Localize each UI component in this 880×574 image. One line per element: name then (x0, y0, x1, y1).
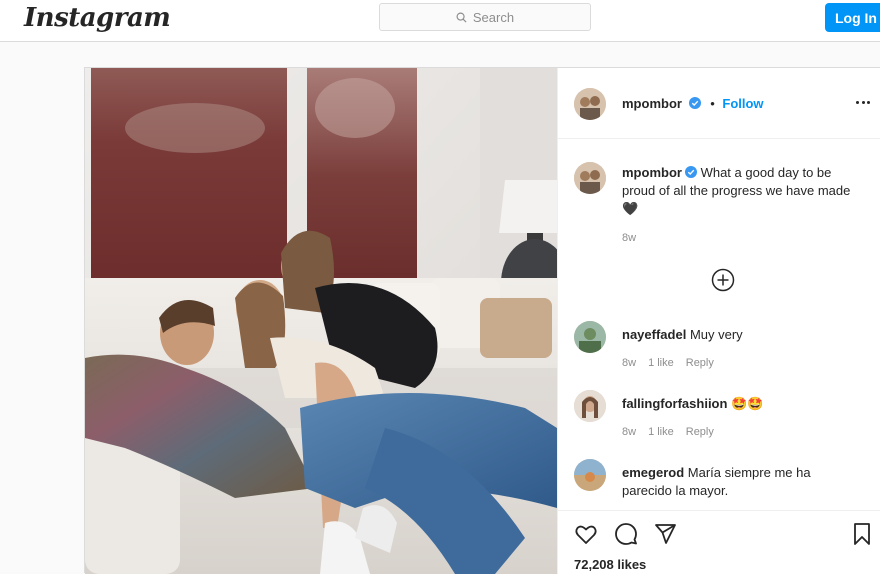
reply-button[interactable]: Reply (686, 357, 714, 369)
comment-time[interactable]: 8w (622, 357, 636, 369)
comment-text-block: emegerod María siempre me ha parecido la… (622, 464, 852, 500)
author-username[interactable]: mpombor (622, 96, 682, 111)
comment-avatar[interactable] (574, 459, 606, 491)
comment-avatar[interactable] (574, 321, 606, 353)
search-icon (456, 12, 467, 23)
verified-icon (688, 97, 701, 109)
search-placeholder: Search (472, 9, 515, 25)
comment-username[interactable]: nayeffadel (622, 327, 686, 342)
likes-count[interactable]: 72,208 likes (574, 557, 646, 572)
comment-text: 🤩🤩 (731, 396, 764, 411)
post-card: mpombor • Follow mpombor What a good day… (84, 67, 880, 574)
post-header: mpombor • Follow (558, 68, 880, 139)
comment-avatar[interactable] (574, 390, 606, 422)
instagram-logo[interactable]: Instagram (24, 3, 171, 33)
author-line: mpombor • Follow (622, 96, 764, 111)
bookmark-icon[interactable] (850, 522, 874, 546)
heart-icon[interactable] (574, 522, 598, 546)
follow-button[interactable]: Follow (722, 96, 763, 111)
share-icon[interactable] (653, 522, 677, 546)
more-options-icon[interactable] (856, 101, 870, 105)
comment-time[interactable]: 8w (622, 426, 636, 438)
post-image (85, 68, 557, 574)
verified-icon (684, 166, 697, 178)
comment-text: Muy very (689, 327, 743, 342)
comment-username[interactable]: emegerod (622, 465, 684, 480)
caption-text-block: mpombor What a good day to be proud of a… (622, 164, 852, 218)
separator-dot: • (710, 96, 715, 111)
load-more-comments-icon[interactable] (711, 268, 735, 292)
login-button[interactable]: Log In (825, 3, 880, 32)
top-navigation-bar: Instagram Search Log In (0, 0, 880, 42)
reply-button[interactable]: Reply (686, 426, 714, 438)
post-photo[interactable] (85, 68, 557, 574)
comment-username[interactable]: fallingforfashiion (622, 396, 727, 411)
author-avatar[interactable] (574, 88, 606, 120)
post-actions-bar: 72,208 likes (558, 510, 880, 574)
search-input[interactable]: Search (379, 3, 591, 31)
comment-text-block: fallingforfashiion 🤩🤩 (622, 395, 852, 413)
caption-avatar[interactable] (574, 162, 606, 194)
comment-meta: 8w 1 like Reply (622, 357, 726, 369)
caption-timestamp[interactable]: 8w (622, 232, 636, 244)
comment-meta: 8w 1 like Reply (622, 426, 726, 438)
comment-icon[interactable] (614, 522, 638, 546)
comment-likes[interactable]: 1 like (648, 426, 674, 438)
comment-text-block: nayeffadel Muy very (622, 326, 852, 344)
post-side-panel: mpombor • Follow mpombor What a good day… (557, 68, 880, 574)
comment-likes[interactable]: 1 like (648, 357, 674, 369)
caption-username[interactable]: mpombor (622, 165, 682, 180)
